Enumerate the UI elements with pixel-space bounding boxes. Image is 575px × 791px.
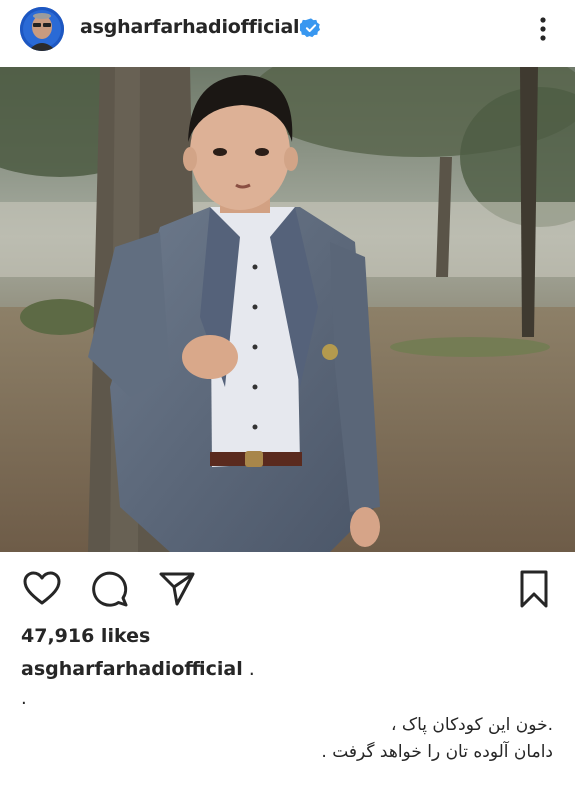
caption-dot-line: . xyxy=(21,688,27,709)
caption-suffix: . xyxy=(242,658,255,680)
action-bar xyxy=(0,564,575,614)
caption-username[interactable]: asgharfarhadiofficial xyxy=(21,658,243,680)
post-header: asgharfarhadiofficial xyxy=(0,0,575,62)
heart-icon[interactable] xyxy=(22,569,62,609)
likes-count[interactable]: 47,916 likes xyxy=(21,625,150,647)
comment-icon[interactable] xyxy=(90,569,130,609)
username-link[interactable]: asgharfarhadiofficial xyxy=(80,16,300,38)
caption-body: .خون این کودکان پاک ، دامان آلوده تان را… xyxy=(33,712,553,766)
post-photo[interactable] xyxy=(0,67,575,552)
bookmark-icon[interactable] xyxy=(514,569,554,609)
caption-line-1: .خون این کودکان پاک ، xyxy=(390,715,553,735)
verified-badge-icon xyxy=(300,18,321,38)
send-icon[interactable] xyxy=(157,569,197,609)
avatar[interactable] xyxy=(20,7,64,51)
post-photo-illustration xyxy=(0,67,575,552)
avatar-photo xyxy=(20,7,64,51)
more-vertical-icon[interactable] xyxy=(528,14,558,44)
caption-header: asgharfarhadiofficial . xyxy=(21,658,255,680)
caption-line-2: دامان آلوده تان را خواهد گرفت . xyxy=(321,742,553,762)
